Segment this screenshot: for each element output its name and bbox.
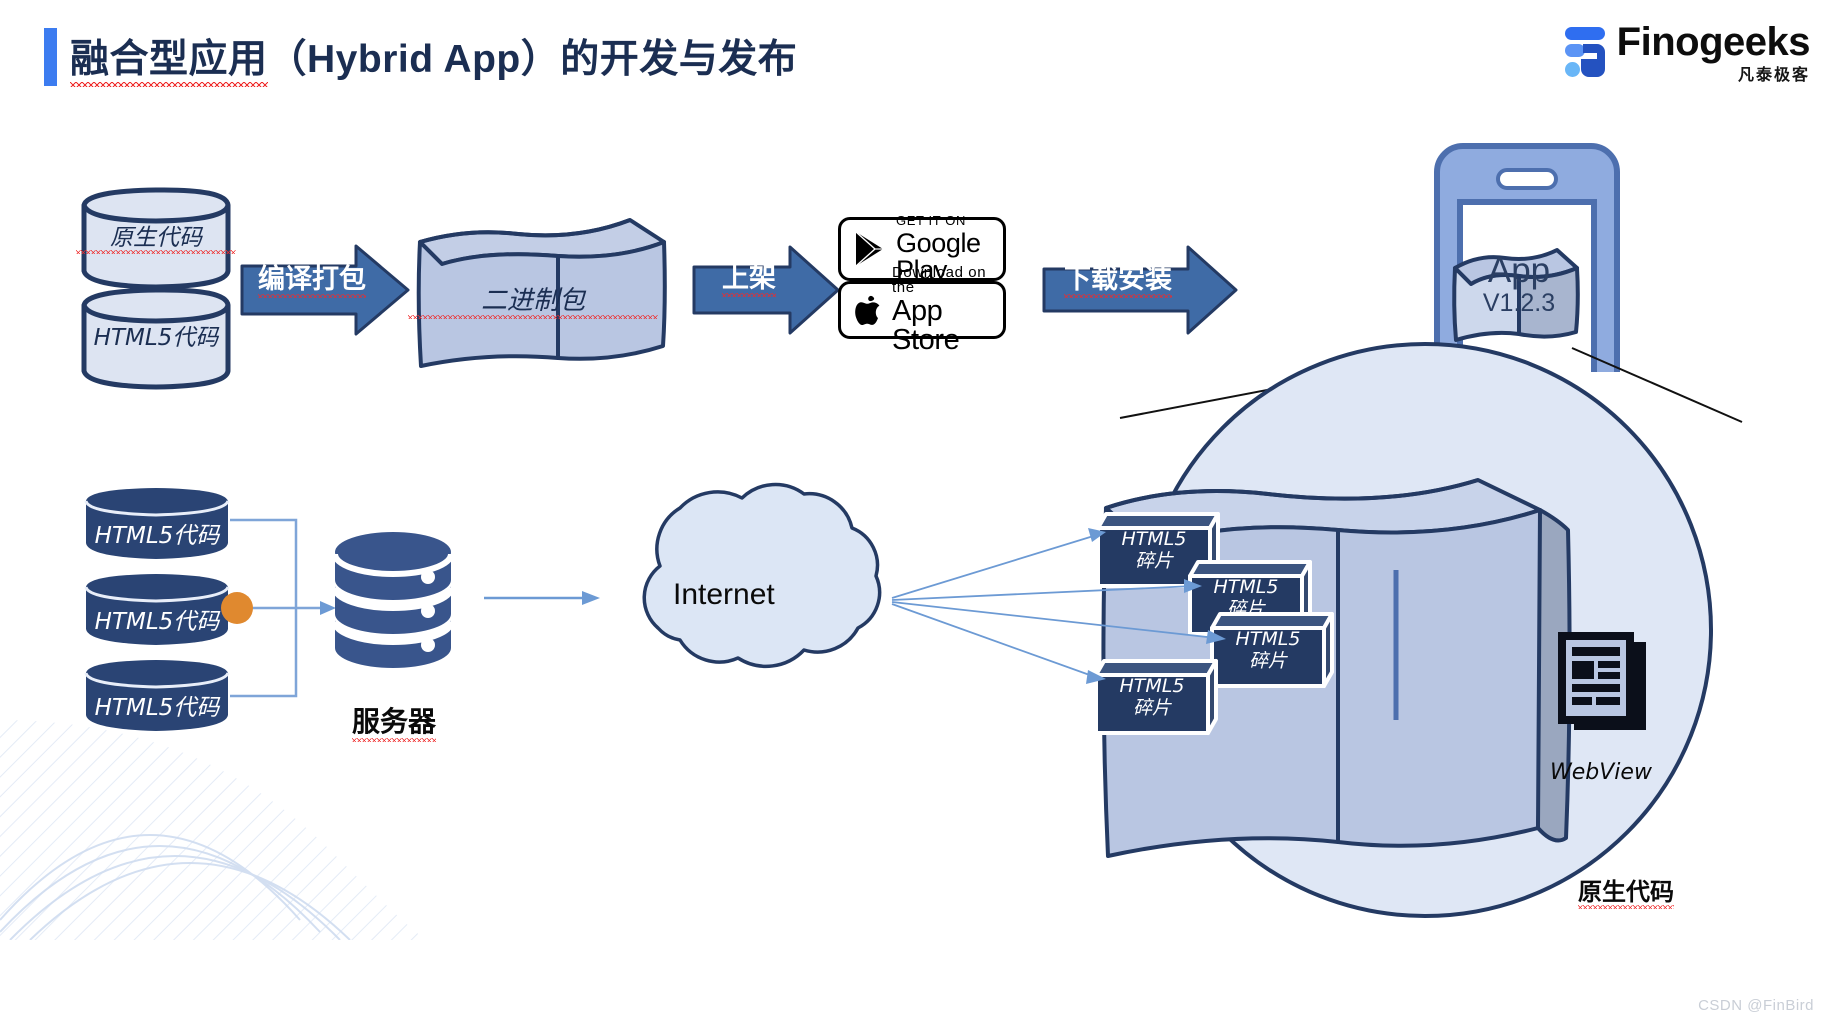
finogeeks-logo-icon [1564,27,1605,77]
app-store-badge-small: Download on the [892,264,987,296]
node-dot [221,592,253,624]
apple-icon [855,295,880,326]
cloud-to-fragments-lines [891,528,1226,684]
binary-package-label: 二进制包 [408,280,658,319]
server-label: 服务器 [352,700,437,742]
native-code-label: 原生代码 [1578,872,1674,909]
slide-canvas: 融合型应用（Hybrid App）的开发与发布 Finogeeks 凡泰极客 原… [0,0,1832,1024]
source-cylinder-native-label: 原生代码 [76,218,236,254]
google-play-badge-small: GET IT ON [896,213,966,228]
logo-name: Finogeeks [1616,20,1811,64]
app-store-badge-large: App Store [892,295,960,356]
html5-store-connectors [221,518,336,698]
logo-subtitle: 凡泰极客 [1737,67,1810,84]
arrow-build-label: 编译打包 [258,257,366,298]
app-store-badge[interactable]: Download on the App Store [838,265,1006,355]
binary-package-box [416,218,667,368]
database-icon [332,532,454,668]
page-title: 融合型应用（Hybrid App）的开发与发布 [70,28,798,87]
page-title-rest: （Hybrid App）的开发与发布 [267,38,798,81]
google-play-icon [855,231,883,267]
webview-document-icon [1558,632,1646,730]
watermark: CSDN @FinBird [1698,997,1814,1014]
page-title-cn: 融合型应用 [70,28,268,87]
webview-label: WebView [1550,760,1652,785]
brand-logo: Finogeeks 凡泰极客 [1553,20,1811,84]
html5-store-cylinder-label: HTML5代码 [94,523,220,549]
arrow-publish-label: 上架 [722,256,776,297]
cloud-label: Internet [673,578,775,611]
title-accent-bar [44,28,57,86]
html5-store-cylinder-label: HTML5代码 [94,695,220,721]
source-cylinder-html5-label: HTML5代码 [93,325,219,351]
html5-store-cylinder-label: HTML5代码 [94,609,220,635]
